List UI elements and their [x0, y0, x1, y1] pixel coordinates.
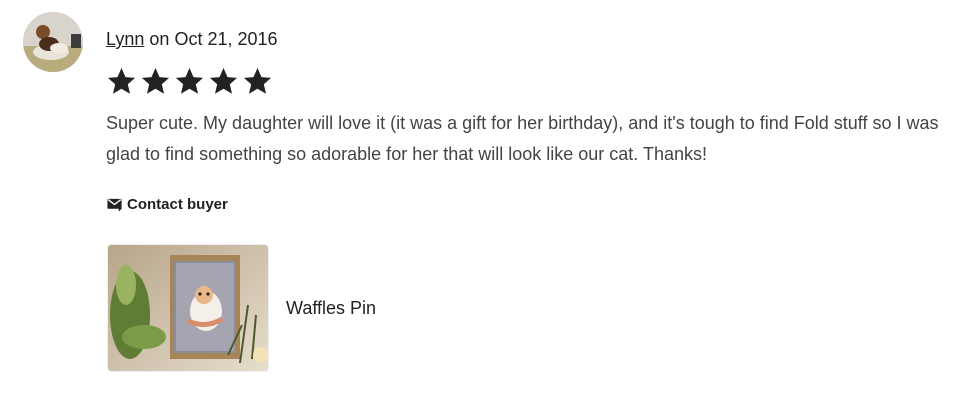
review-date: Oct 21, 2016 — [174, 29, 278, 49]
item-thumbnail[interactable] — [108, 245, 268, 371]
star-icon — [209, 67, 238, 94]
item-photo — [108, 245, 268, 371]
review-text: Super cute. My daughter will love it (it… — [106, 113, 939, 164]
contact-buyer-button[interactable]: Contact buyer — [106, 196, 228, 213]
star-icon — [175, 67, 204, 94]
star-icon — [243, 67, 272, 94]
contact-buyer-label: Contact buyer — [127, 196, 228, 213]
star-icon — [141, 67, 170, 94]
reviewer-name-link[interactable]: Lynn — [106, 29, 144, 49]
review-card: Lynn on Oct 21, 2016 Super cute. My daug… — [0, 0, 976, 400]
star-icon — [107, 67, 136, 94]
review-meta: Lynn on Oct 21, 2016 — [106, 29, 278, 49]
envelope-icon — [107, 198, 122, 212]
date-prefix: on — [149, 29, 170, 49]
purchased-item: Waffles Pin — [108, 245, 376, 371]
reviewer-avatar[interactable] — [23, 12, 83, 72]
star-rating — [106, 66, 273, 98]
item-title-link[interactable]: Waffles Pin — [286, 298, 376, 319]
avatar-image — [23, 12, 83, 72]
